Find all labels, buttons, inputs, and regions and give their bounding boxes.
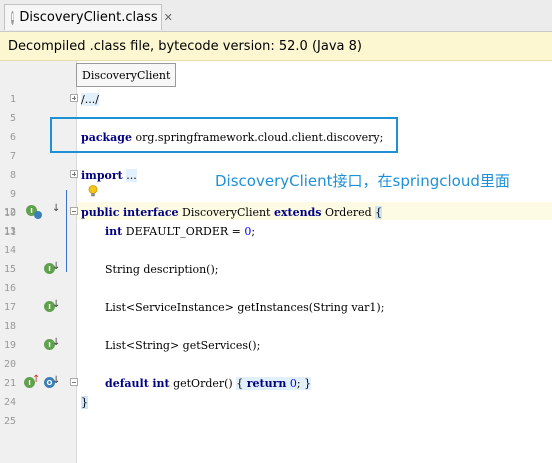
banner-text: Decompiled .class file, bytecode version… (8, 38, 362, 54)
fold-toggle[interactable] (70, 378, 78, 386)
line-number: 5 (9, 113, 16, 124)
import-keyword: import (81, 169, 123, 182)
line-number: 16 (3, 283, 16, 294)
line-number: 25 (3, 416, 16, 427)
public-keyword: public (81, 206, 120, 219)
close-brace: } (304, 377, 312, 390)
code-line-get-services[interactable]: List<String> getServices(); (105, 339, 260, 352)
return-keyword: return (246, 377, 287, 390)
code-line-interface-declaration[interactable]: public interface DiscoveryClient extends… (81, 206, 383, 219)
line-number: 7 (9, 151, 16, 162)
interface-keyword: interface (122, 206, 179, 219)
line-number: 8 (9, 170, 16, 181)
line-number: 12 (3, 207, 16, 218)
lightbulb-icon[interactable] (88, 185, 98, 197)
down-arrow-icon[interactable]: ↓ (52, 261, 60, 272)
default-keyword: default (105, 377, 149, 390)
code-line-close[interactable]: } (81, 396, 88, 409)
line-number: 17 (3, 302, 16, 313)
code-line-description[interactable]: String description(); (105, 263, 218, 276)
interface-icon: I (11, 10, 15, 25)
highlight-box (50, 117, 398, 153)
line-number: 6 (9, 132, 16, 143)
interface-overlay-icon (34, 211, 42, 219)
semicolon: ; (251, 225, 256, 238)
folded-imports[interactable]: ... (126, 169, 137, 182)
down-arrow-icon[interactable]: ↓ (52, 375, 60, 386)
code-line-constant[interactable]: int DEFAULT_ORDER = 0; (105, 225, 255, 238)
constant-declaration: DEFAULT_ORDER = (125, 225, 245, 238)
class-name-tooltip: DiscoveryClient (76, 63, 177, 87)
line-number: 20 (3, 359, 16, 370)
folded-body[interactable]: { return 0; } (236, 377, 312, 390)
code-line-get-instances[interactable]: List<ServiceInstance> getInstances(Strin… (105, 301, 384, 314)
decompiled-notice-banner: Decompiled .class file, bytecode version… (0, 32, 552, 61)
semicolon: ; (296, 377, 301, 390)
folded-comment[interactable]: /.../ (81, 93, 99, 106)
method-name: getOrder() (173, 377, 233, 390)
tab-discoveryclient-class[interactable]: I DiscoveryClient.class ✕ (4, 4, 173, 30)
down-arrow-icon[interactable]: ↓ (52, 337, 60, 348)
down-arrow-icon[interactable]: ↓ (52, 299, 60, 310)
fold-toggle[interactable] (70, 94, 78, 102)
code-line-import[interactable]: import ... (81, 169, 137, 182)
line-number: 1 (9, 94, 16, 105)
tab-label: DiscoveryClient.class (19, 10, 158, 25)
up-arrow-icon[interactable]: ↑ (32, 374, 40, 385)
open-brace: { (236, 377, 244, 390)
code-line-get-order[interactable]: default int getOrder() { return 0; } (105, 377, 312, 390)
line-number: 14 (3, 245, 16, 256)
line-number: 18 (3, 321, 16, 332)
code-line-folded-header[interactable]: /.../ (81, 93, 99, 106)
line-number: 19 (3, 340, 16, 351)
line-number: 21 (3, 378, 16, 389)
line-number: 13 (3, 226, 16, 237)
close-brace: } (81, 396, 88, 409)
int-keyword: int (152, 377, 170, 390)
close-icon[interactable]: ✕ (164, 11, 173, 24)
line-number: 9 (9, 189, 16, 200)
extends-keyword: extends (273, 206, 322, 219)
number-literal: 0 (289, 377, 297, 390)
parent-type: Ordered (325, 206, 372, 219)
annotation-note: DiscoveryClient接口，在springcloud里面 (215, 172, 510, 190)
down-arrow-icon[interactable]: ↓ (52, 203, 60, 214)
editor-tab-bar: I DiscoveryClient.class ✕ (0, 0, 552, 32)
fold-toggle[interactable] (70, 170, 78, 178)
interface-name: DiscoveryClient (182, 206, 271, 219)
open-brace: { (375, 206, 383, 219)
fold-toggle[interactable] (70, 207, 78, 215)
line-number: 15 (3, 264, 16, 275)
line-number: 24 (3, 397, 16, 408)
scope-indicator (66, 190, 67, 272)
int-keyword: int (105, 225, 123, 238)
